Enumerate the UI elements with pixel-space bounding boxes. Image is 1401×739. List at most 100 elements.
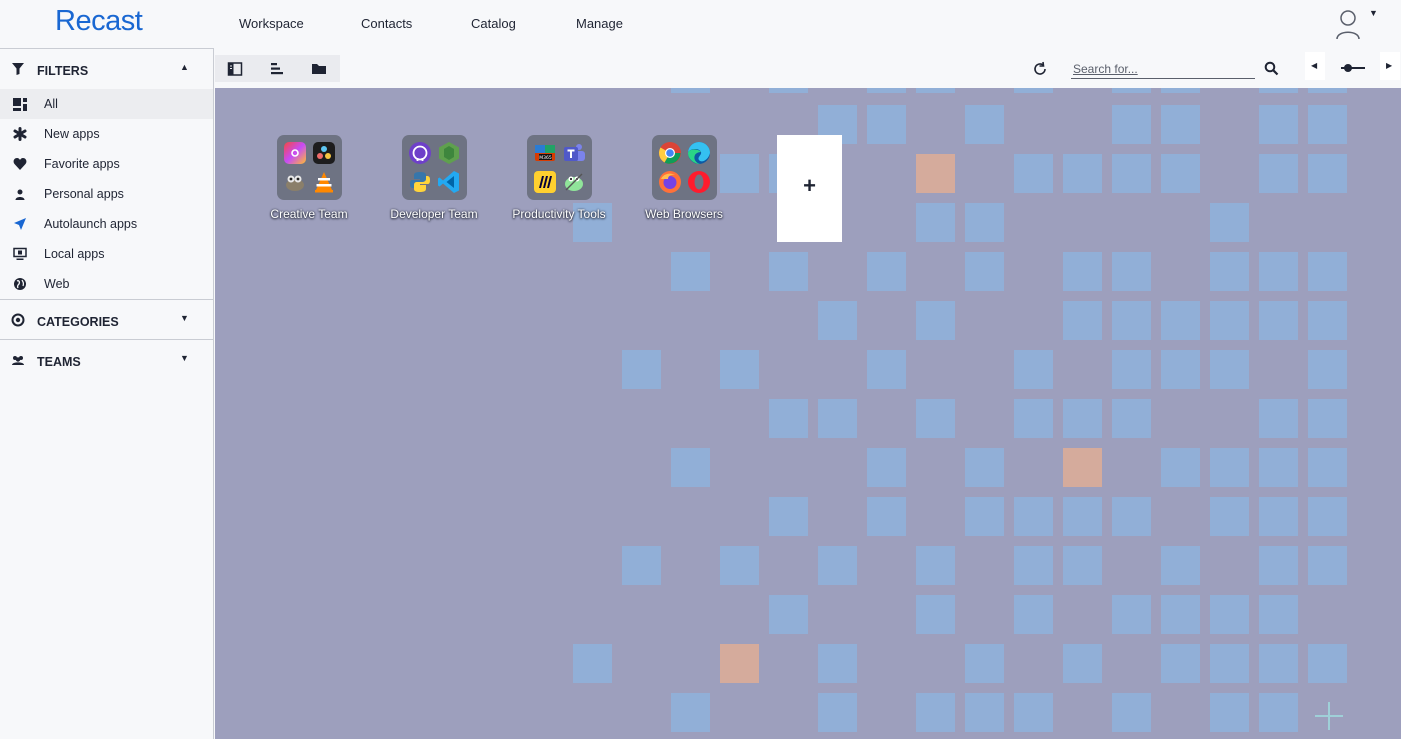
- sidebar: FILTERS ▲ All New apps Favorite apps Per…: [0, 48, 214, 739]
- app-group-box: [277, 135, 342, 200]
- add-group-button[interactable]: +: [777, 135, 842, 242]
- teams-icon: [564, 144, 585, 161]
- background-tile: [867, 497, 906, 536]
- filter-label: New apps: [44, 127, 100, 141]
- nav-workspace[interactable]: Workspace: [239, 16, 304, 31]
- background-tile: [769, 595, 808, 634]
- vlc-icon: [315, 172, 333, 193]
- background-tile: [1161, 595, 1200, 634]
- background-tile: [965, 644, 1004, 683]
- user-menu-caret-icon[interactable]: ▼: [1369, 8, 1378, 18]
- list-view-icon[interactable]: [269, 61, 285, 77]
- background-tile: [1308, 644, 1347, 683]
- app-group-box: [652, 135, 717, 200]
- recast-logo[interactable]: Recast: [55, 5, 143, 38]
- all-apps-icon: [13, 98, 27, 111]
- background-tile: [769, 497, 808, 536]
- folder-icon[interactable]: [311, 61, 327, 77]
- heart-icon: [13, 158, 27, 170]
- globe-icon: [14, 278, 26, 290]
- caret-left-icon: ◀: [1311, 61, 1318, 70]
- background-tile: [965, 252, 1004, 291]
- background-tile: [1308, 88, 1347, 93]
- background-tile: [1210, 448, 1249, 487]
- background-tile: [818, 301, 857, 340]
- funnel-icon: [12, 63, 24, 75]
- sidebar-divider: [0, 299, 214, 300]
- edge-icon: [688, 142, 710, 164]
- categories-title: CATEGORIES: [37, 315, 119, 329]
- background-tile: [1259, 693, 1298, 732]
- filter-label: Personal apps: [44, 187, 124, 201]
- search-input[interactable]: [1071, 60, 1255, 79]
- nav-contacts[interactable]: Contacts: [361, 16, 412, 31]
- top-navigation: Workspace Contacts Catalog Manage: [214, 0, 1401, 48]
- team-icon: [12, 356, 24, 365]
- scroll-left-button[interactable]: ◀: [1305, 52, 1325, 80]
- background-tile: [965, 448, 1004, 487]
- caret-right-icon: ▶: [1386, 61, 1393, 70]
- background-tile: [916, 154, 955, 193]
- svg-text:M365: M365: [539, 155, 552, 161]
- background-tile: [1014, 399, 1053, 438]
- sidebar-toggle-icon[interactable]: [227, 61, 243, 77]
- filter-item-local-apps[interactable]: Local apps: [0, 239, 213, 269]
- background-tile: [1210, 644, 1249, 683]
- background-tile: [1063, 497, 1102, 536]
- background-tile: [1063, 546, 1102, 585]
- filter-item-favorite-apps[interactable]: Favorite apps: [0, 149, 213, 179]
- filter-item-web[interactable]: Web: [0, 269, 213, 299]
- teams-title: TEAMS: [37, 355, 81, 369]
- background-tile: [1259, 105, 1298, 144]
- background-tile: [720, 350, 759, 389]
- chevron-up-icon[interactable]: ▲: [180, 62, 189, 72]
- background-tile: [867, 105, 906, 144]
- user-avatar-icon[interactable]: [1334, 8, 1364, 40]
- background-tile: [1014, 350, 1053, 389]
- background-tile: [1063, 448, 1102, 487]
- background-tile: [1014, 88, 1053, 93]
- chevron-down-icon[interactable]: ▼: [180, 313, 189, 323]
- scroll-right-button[interactable]: ▶: [1380, 52, 1400, 80]
- background-tile: [1210, 203, 1249, 242]
- logo-area: Recast: [0, 0, 214, 48]
- nav-manage[interactable]: Manage: [576, 16, 623, 31]
- background-tile: [1259, 546, 1298, 585]
- background-tile: [1063, 154, 1102, 193]
- background-tile: [818, 399, 857, 438]
- filter-item-new-apps[interactable]: New apps: [0, 119, 213, 149]
- background-tile: [1014, 154, 1053, 193]
- background-tile: [1210, 497, 1249, 536]
- background-tile: [867, 350, 906, 389]
- background-tile: [1063, 301, 1102, 340]
- background-tile: [1112, 88, 1151, 93]
- background-tile: [1112, 350, 1151, 389]
- view-toolbar: [215, 55, 340, 82]
- search-icon[interactable]: [1264, 61, 1279, 76]
- background-tile: [1259, 301, 1298, 340]
- miro-icon: [534, 171, 556, 193]
- background-tile: [1112, 693, 1151, 732]
- background-tile: [1063, 252, 1102, 291]
- filter-item-personal-apps[interactable]: Personal apps: [0, 179, 213, 209]
- refresh-icon[interactable]: [1032, 61, 1048, 77]
- opera-icon: [688, 171, 710, 193]
- chevron-down-icon[interactable]: ▼: [180, 353, 189, 363]
- background-tile: [1014, 595, 1053, 634]
- filter-item-all[interactable]: All: [0, 89, 213, 119]
- background-tile: [916, 693, 955, 732]
- filters-title: FILTERS: [37, 64, 89, 78]
- categories-header[interactable]: CATEGORIES ▼: [0, 301, 214, 341]
- background-tile: [720, 644, 759, 683]
- filters-header[interactable]: FILTERS ▲: [0, 50, 214, 90]
- workspace-canvas[interactable]: Creative Team Developer Team M365 Produc…: [215, 88, 1401, 739]
- background-tile: [769, 252, 808, 291]
- filter-item-autolaunch-apps[interactable]: Autolaunch apps: [0, 209, 213, 239]
- zoom-slider-icon[interactable]: [1340, 61, 1366, 75]
- teams-header[interactable]: TEAMS ▼: [0, 341, 214, 381]
- nav-catalog[interactable]: Catalog: [471, 16, 516, 31]
- background-tile: [818, 644, 857, 683]
- background-tile: [916, 399, 955, 438]
- plus-icon: +: [803, 173, 816, 198]
- github-icon: [409, 142, 431, 164]
